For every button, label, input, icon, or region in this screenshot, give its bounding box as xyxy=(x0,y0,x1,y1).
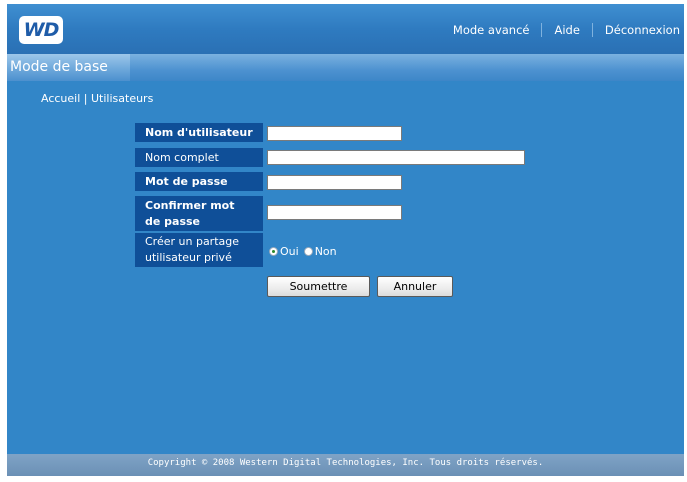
password-input[interactable] xyxy=(267,175,402,190)
username-label-text: Nom d'utilisateur xyxy=(145,125,253,139)
fullname-input[interactable] xyxy=(267,150,525,165)
breadcrumb-current: Utilisateurs xyxy=(91,92,154,105)
cancel-button[interactable]: Annuler xyxy=(377,276,453,297)
confirm-password-label: Confirmer mot de passe xyxy=(135,196,263,231)
password-label: Mot de passe xyxy=(135,172,263,191)
confirm-password-label-line2: de passe xyxy=(145,214,201,228)
radio-oui-label[interactable]: Oui xyxy=(280,245,299,258)
radio-non[interactable] xyxy=(303,246,313,256)
radio-non-label[interactable]: Non xyxy=(315,245,337,258)
nav-divider xyxy=(591,23,593,37)
breadcrumb: Accueil | Utilisateurs xyxy=(41,92,153,105)
private-share-label-line2: utilisateur privé xyxy=(145,251,232,264)
private-share-label: Créer un partage utilisateur privé xyxy=(135,233,263,267)
username-label: Nom d'utilisateur xyxy=(135,123,263,142)
advanced-mode-link[interactable]: Mode avancé xyxy=(453,23,530,37)
submit-button[interactable]: Soumettre xyxy=(267,276,370,297)
footer-copyright: Copyright © 2008 Western Digital Technol… xyxy=(7,454,684,476)
top-nav: Mode avancé Aide Déconnexion xyxy=(453,22,680,38)
fullname-label-text: Nom complet xyxy=(145,150,219,164)
confirm-password-label-line1: Confirmer mot xyxy=(145,198,235,212)
username-input[interactable] xyxy=(267,126,402,141)
confirm-password-input[interactable] xyxy=(267,205,402,220)
wd-logo: WD xyxy=(19,16,63,44)
fullname-label: Nom complet xyxy=(135,148,263,167)
password-label-text: Mot de passe xyxy=(145,174,228,188)
radio-oui[interactable] xyxy=(269,246,278,256)
logout-link[interactable]: Déconnexion xyxy=(605,23,680,37)
nav-divider xyxy=(541,23,543,37)
top-bar: WD Mode avancé Aide Déconnexion xyxy=(7,4,684,54)
private-share-radio-group: Oui Non xyxy=(269,244,342,258)
breadcrumb-home-link[interactable]: Accueil xyxy=(41,92,80,105)
private-share-label-line1: Créer un partage xyxy=(145,235,240,248)
breadcrumb-separator: | xyxy=(83,92,88,105)
mode-bar: Mode de base xyxy=(7,54,684,81)
app-frame: WD Mode avancé Aide Déconnexion Mode de … xyxy=(7,4,684,476)
help-link[interactable]: Aide xyxy=(554,23,579,37)
tab-basic-mode[interactable]: Mode de base xyxy=(7,54,130,81)
